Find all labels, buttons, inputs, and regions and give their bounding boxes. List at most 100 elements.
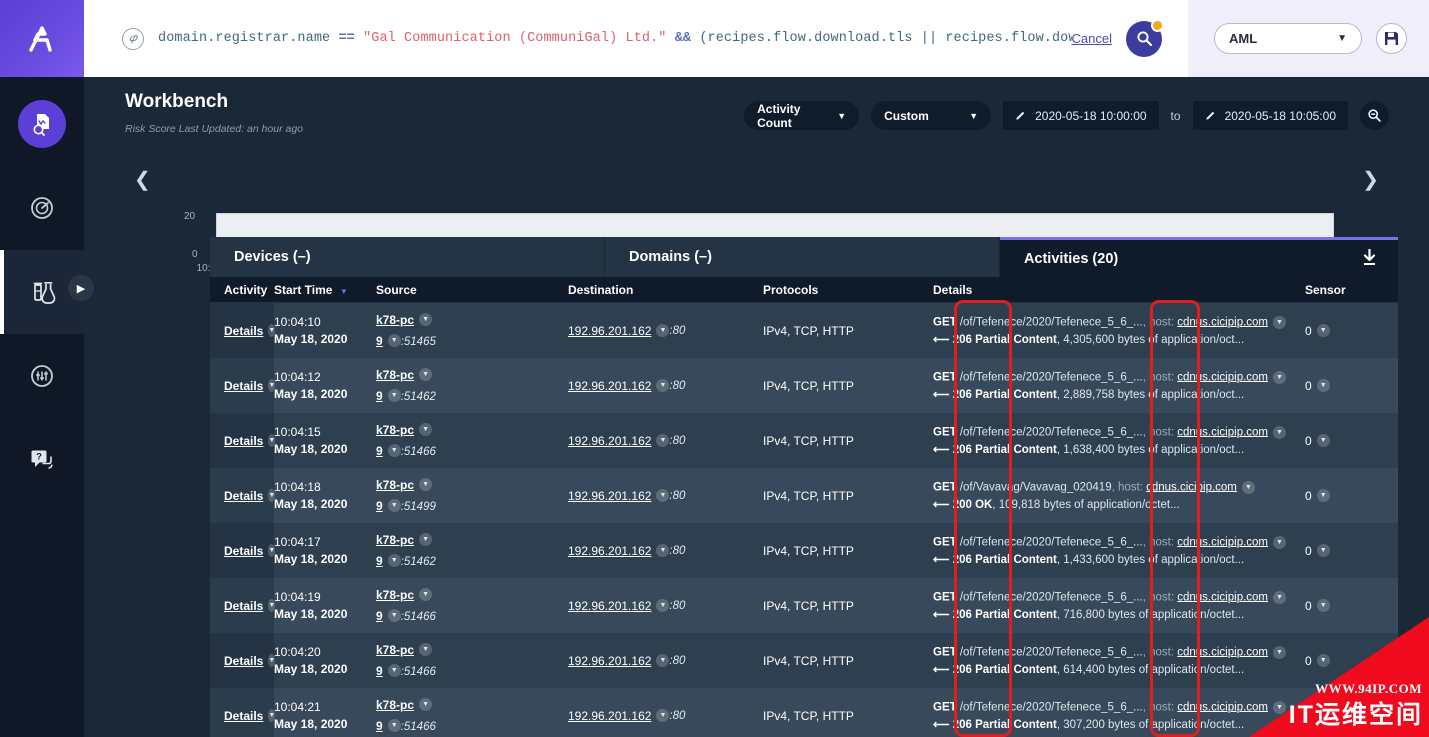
column-header-protocols[interactable]: Protocols <box>763 283 933 297</box>
chevron-down-icon[interactable]: ▼ <box>387 609 401 623</box>
source-host[interactable]: k78-pc <box>376 478 414 492</box>
from-date-field[interactable]: 2020-05-18 10:00:00 <box>1003 101 1159 130</box>
table-row[interactable]: Details ▼ 10:04:12 May 18, 2020 k78-pc ▼ 9 ▼:51… <box>210 358 1398 413</box>
chevron-down-icon[interactable]: ▼ <box>1316 598 1330 612</box>
cell-activity[interactable]: Details ▼ <box>210 523 276 578</box>
chevron-down-icon[interactable]: ▼ <box>419 313 433 327</box>
investigation-button[interactable] <box>18 100 66 148</box>
request-host[interactable]: cdnus.cicipip.com <box>1146 481 1237 493</box>
chevron-down-icon[interactable]: ▼ <box>419 423 433 437</box>
chevron-down-icon[interactable]: ▼ <box>419 368 433 382</box>
table-row[interactable]: Details ▼ 10:04:15 May 18, 2020 k78-pc ▼ 9 ▼:51… <box>210 413 1398 468</box>
details-link[interactable]: Details <box>224 434 263 448</box>
chevron-down-icon[interactable]: ▼ <box>656 489 670 502</box>
query-input[interactable]: domain.registrar.name == "Gal Communicat… <box>158 31 1072 46</box>
cell-activity[interactable]: Details ▼ <box>210 633 276 688</box>
sidebar-item-settings[interactable] <box>0 334 84 418</box>
sidebar-expander-button[interactable]: ▶ <box>68 275 94 301</box>
tab-activities[interactable]: Activities (20) <box>999 237 1398 277</box>
source-sub[interactable]: 9 <box>376 334 383 348</box>
tab-domains[interactable]: Domains (–) <box>604 237 1000 277</box>
destination-ip[interactable]: 192.96.201.162 <box>568 434 651 448</box>
request-host[interactable]: cdnus.cicipip.com <box>1177 316 1268 328</box>
source-sub[interactable]: 9 <box>376 664 383 678</box>
column-header-start-time[interactable]: Start Time ▼ <box>274 283 376 297</box>
table-row[interactable]: Details ▼ 10:04:18 May 18, 2020 k78-pc ▼ 9 ▼:51… <box>210 468 1398 523</box>
chevron-down-icon[interactable]: ▼ <box>419 478 433 492</box>
chevron-down-icon[interactable]: ▼ <box>1316 488 1330 502</box>
column-header-destination[interactable]: Destination <box>568 283 763 297</box>
chevron-down-icon[interactable]: ▼ <box>1273 535 1287 549</box>
cell-activity[interactable]: Details ▼ <box>210 468 276 523</box>
source-host[interactable]: k78-pc <box>376 313 414 327</box>
details-link[interactable]: Details <box>224 544 263 558</box>
details-link[interactable]: Details <box>224 379 263 393</box>
chevron-down-icon[interactable]: ▼ <box>656 709 670 722</box>
chevron-down-icon[interactable]: ▼ <box>387 719 401 733</box>
chevron-down-icon[interactable]: ▼ <box>419 533 433 547</box>
chevron-down-icon[interactable]: ▼ <box>1316 433 1330 447</box>
chevron-down-icon[interactable]: ▼ <box>387 554 401 568</box>
to-date-field[interactable]: 2020-05-18 10:05:00 <box>1192 101 1348 130</box>
cancel-button[interactable]: Cancel <box>1072 31 1112 46</box>
chevron-down-icon[interactable]: ▼ <box>656 599 670 612</box>
cell-activity[interactable]: Details ▼ <box>210 358 276 413</box>
chevron-down-icon[interactable]: ▼ <box>419 588 433 602</box>
source-sub[interactable]: 9 <box>376 719 383 733</box>
source-host[interactable]: k78-pc <box>376 368 414 382</box>
column-header-activity[interactable]: Activity <box>210 283 274 297</box>
chevron-down-icon[interactable]: ▼ <box>1316 378 1330 392</box>
source-sub[interactable]: 9 <box>376 499 383 513</box>
destination-ip[interactable]: 192.96.201.162 <box>568 709 651 723</box>
chevron-down-icon[interactable]: ▼ <box>1241 480 1255 494</box>
cell-activity[interactable]: Details ▼ <box>210 578 276 633</box>
chevron-down-icon[interactable]: ▼ <box>656 434 670 447</box>
chevron-down-icon[interactable]: ▼ <box>1316 323 1330 337</box>
destination-ip[interactable]: 192.96.201.162 <box>568 379 651 393</box>
app-logo[interactable] <box>0 0 84 77</box>
request-host[interactable]: cdnus.cicipip.com <box>1177 536 1268 548</box>
chevron-down-icon[interactable]: ▼ <box>1273 425 1287 439</box>
table-row[interactable]: Details ▼ 10:04:20 May 18, 2020 k78-pc ▼ 9 ▼:51… <box>210 633 1398 688</box>
source-host[interactable]: k78-pc <box>376 643 414 657</box>
sidebar-item-investigation[interactable] <box>0 82 84 166</box>
chart-next-button[interactable]: ❯ <box>1362 167 1379 192</box>
source-host[interactable]: k78-pc <box>376 698 414 712</box>
source-host[interactable]: k78-pc <box>376 588 414 602</box>
download-button[interactable] <box>1361 248 1378 270</box>
chevron-down-icon[interactable]: ▼ <box>656 544 670 557</box>
request-host[interactable]: cdnus.cicipip.com <box>1177 591 1268 603</box>
destination-ip[interactable]: 192.96.201.162 <box>568 324 651 338</box>
chevron-down-icon[interactable]: ▼ <box>387 664 401 678</box>
chart-prev-button[interactable]: ❮ <box>134 167 151 192</box>
chevron-down-icon[interactable]: ▼ <box>656 379 670 392</box>
table-row[interactable]: Details ▼ 10:04:10 May 18, 2020 k78-pc ▼ 9 ▼:51… <box>210 303 1398 358</box>
chevron-down-icon[interactable]: ▼ <box>1273 315 1287 329</box>
chevron-down-icon[interactable]: ▼ <box>1316 543 1330 557</box>
table-row[interactable]: Details ▼ 10:04:21 May 18, 2020 k78-pc ▼ 9 ▼:51… <box>210 688 1398 737</box>
column-header-sensor[interactable]: Sensor <box>1305 283 1398 297</box>
request-host[interactable]: cdnus.cicipip.com <box>1177 371 1268 383</box>
sidebar-item-dashboard[interactable] <box>0 166 84 250</box>
destination-ip[interactable]: 192.96.201.162 <box>568 654 651 668</box>
source-sub[interactable]: 9 <box>376 554 383 568</box>
source-host[interactable]: k78-pc <box>376 423 414 437</box>
table-row[interactable]: Details ▼ 10:04:17 May 18, 2020 k78-pc ▼ 9 ▼:51… <box>210 523 1398 578</box>
metric-select[interactable]: Activity Count ▼ <box>744 101 860 130</box>
chevron-down-icon[interactable]: ▼ <box>1273 370 1287 384</box>
chevron-down-icon[interactable]: ▼ <box>656 654 670 667</box>
chevron-down-icon[interactable]: ▼ <box>387 444 401 458</box>
column-header-source[interactable]: Source <box>376 283 568 297</box>
source-sub[interactable]: 9 <box>376 609 383 623</box>
details-link[interactable]: Details <box>224 489 263 503</box>
save-query-button[interactable] <box>1376 23 1407 54</box>
destination-ip[interactable]: 192.96.201.162 <box>568 599 651 613</box>
chevron-down-icon[interactable]: ▼ <box>419 643 433 657</box>
destination-ip[interactable]: 192.96.201.162 <box>568 489 651 503</box>
request-host[interactable]: cdnus.cicipip.com <box>1177 426 1268 438</box>
chevron-down-icon[interactable]: ▼ <box>387 334 401 348</box>
cell-activity[interactable]: Details ▼ <box>210 303 276 358</box>
sidebar-item-help[interactable]: ? <box>0 418 84 502</box>
chevron-down-icon[interactable]: ▼ <box>419 698 433 712</box>
chevron-down-icon[interactable]: ▼ <box>387 499 401 513</box>
